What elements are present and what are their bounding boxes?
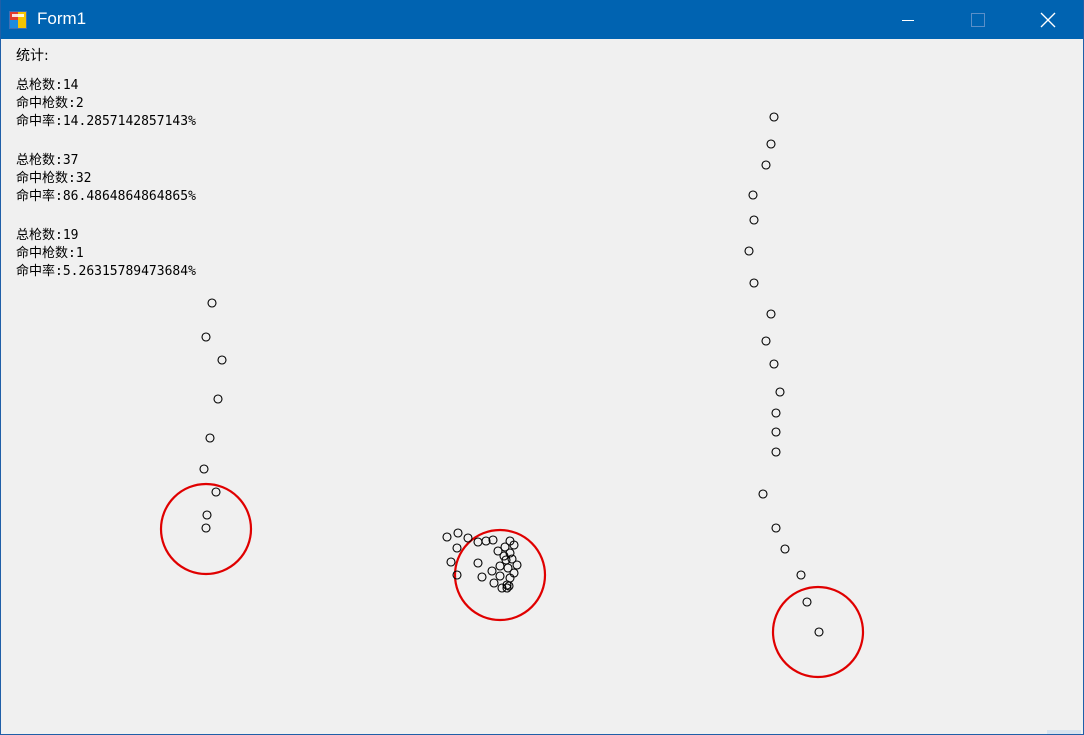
app-window: Form1 统计: 总枪数:14 命中枪数:2 命中率:14.285714285… — [0, 0, 1084, 735]
shot-mark — [207, 298, 217, 308]
total-label: 总枪数 — [16, 78, 56, 93]
target-circle — [453, 528, 547, 622]
total-value: 14 — [62, 78, 79, 93]
shot-mark — [814, 627, 824, 637]
rate-value: 14.2857142857143% — [62, 114, 196, 129]
shot-mark — [775, 387, 785, 397]
minimize-button[interactable] — [875, 0, 941, 39]
shot-mark — [453, 528, 463, 538]
stats-group-3: 总枪数:19 命中枪数:1 命中率:5.26315789473684% — [16, 227, 196, 281]
title-bar[interactable]: Form1 — [1, 0, 1083, 39]
shot-mark — [505, 573, 515, 583]
shot-mark — [477, 572, 487, 582]
hit-shots-line: 命中枪数:2 — [16, 96, 84, 111]
shot-mark — [761, 336, 771, 346]
shot-mark — [771, 523, 781, 533]
close-button[interactable] — [1015, 0, 1081, 39]
shot-mark — [201, 523, 211, 533]
shot-mark — [802, 597, 812, 607]
shot-mark — [503, 563, 513, 573]
total-shots-line: 总枪数:19 — [16, 228, 79, 243]
maximize-button[interactable] — [945, 0, 1011, 39]
winforms-app-icon[interactable] — [9, 11, 27, 29]
shot-mark — [769, 359, 779, 369]
hits-label: 命中枪数 — [16, 246, 69, 261]
shot-mark — [761, 160, 771, 170]
hits-value: 1 — [75, 246, 84, 261]
shot-mark — [473, 537, 483, 547]
shot-mark — [771, 447, 781, 457]
total-label: 总枪数 — [16, 228, 56, 243]
total-shots-line: 总枪数:14 — [16, 78, 79, 93]
hit-rate-line: 命中率:86.4864864864865% — [16, 189, 196, 204]
shot-mark — [493, 546, 503, 556]
shot-mark — [766, 139, 776, 149]
shot-mark — [487, 566, 497, 576]
rate-label: 命中率 — [16, 114, 56, 129]
shot-mark — [758, 489, 768, 499]
rate-label: 命中率 — [16, 189, 56, 204]
shot-mark — [217, 355, 227, 365]
shot-mark — [744, 246, 754, 256]
total-label: 总枪数 — [16, 153, 56, 168]
hit-shots-line: 命中枪数:1 — [16, 246, 84, 261]
shot-mark — [769, 112, 779, 122]
shot-mark — [495, 561, 505, 571]
hit-rate-line: 命中率:14.2857142857143% — [16, 114, 196, 129]
shot-mark — [213, 394, 223, 404]
stats-heading: 统计: — [16, 48, 49, 64]
shot-mark — [201, 332, 211, 342]
target-circle — [771, 585, 865, 679]
shot-mark — [473, 558, 483, 568]
rate-value: 86.4864864864865% — [62, 189, 196, 204]
shot-mark — [796, 570, 806, 580]
total-value: 37 — [62, 153, 79, 168]
hits-value: 32 — [75, 171, 92, 186]
shot-mark — [202, 510, 212, 520]
hit-rate-line: 命中率:5.26315789473684% — [16, 264, 196, 279]
shot-mark — [463, 533, 473, 543]
shot-mark — [748, 190, 758, 200]
rate-value: 5.26315789473684% — [62, 264, 196, 279]
shot-mark — [452, 543, 462, 553]
form-client-area[interactable]: 统计: 总枪数:14 命中枪数:2 命中率:14.2857142857143% … — [1, 39, 1083, 734]
hits-label: 命中枪数 — [16, 171, 69, 186]
shot-mark — [199, 464, 209, 474]
stats-group-1: 总枪数:14 命中枪数:2 命中率:14.2857142857143% — [16, 77, 196, 131]
shot-mark — [495, 571, 505, 581]
shot-mark — [749, 278, 759, 288]
shot-mark — [749, 215, 759, 225]
stats-group-2: 总枪数:37 命中枪数:32 命中率:86.4864864864865% — [16, 152, 196, 206]
resize-grip[interactable] — [1047, 730, 1081, 734]
total-value: 19 — [62, 228, 79, 243]
shot-mark — [771, 427, 781, 437]
shot-mark — [780, 544, 790, 554]
hits-value: 2 — [75, 96, 84, 111]
window-title: Form1 — [37, 9, 87, 28]
shot-mark — [205, 433, 215, 443]
shot-mark — [766, 309, 776, 319]
target-circle — [159, 482, 253, 576]
minimize-icon — [902, 19, 914, 21]
shot-mark — [446, 557, 456, 567]
total-shots-line: 总枪数:37 — [16, 153, 79, 168]
maximize-icon — [971, 12, 985, 27]
shot-mark — [442, 532, 452, 542]
rate-label: 命中率 — [16, 264, 56, 279]
close-icon — [1040, 12, 1056, 27]
shot-mark — [211, 487, 221, 497]
hits-label: 命中枪数 — [16, 96, 69, 111]
shot-mark — [489, 578, 499, 588]
stats-panel: 统计: 总枪数:14 命中枪数:2 命中率:14.2857142857143% … — [16, 48, 196, 281]
hit-shots-line: 命中枪数:32 — [16, 171, 92, 186]
shot-mark — [771, 408, 781, 418]
